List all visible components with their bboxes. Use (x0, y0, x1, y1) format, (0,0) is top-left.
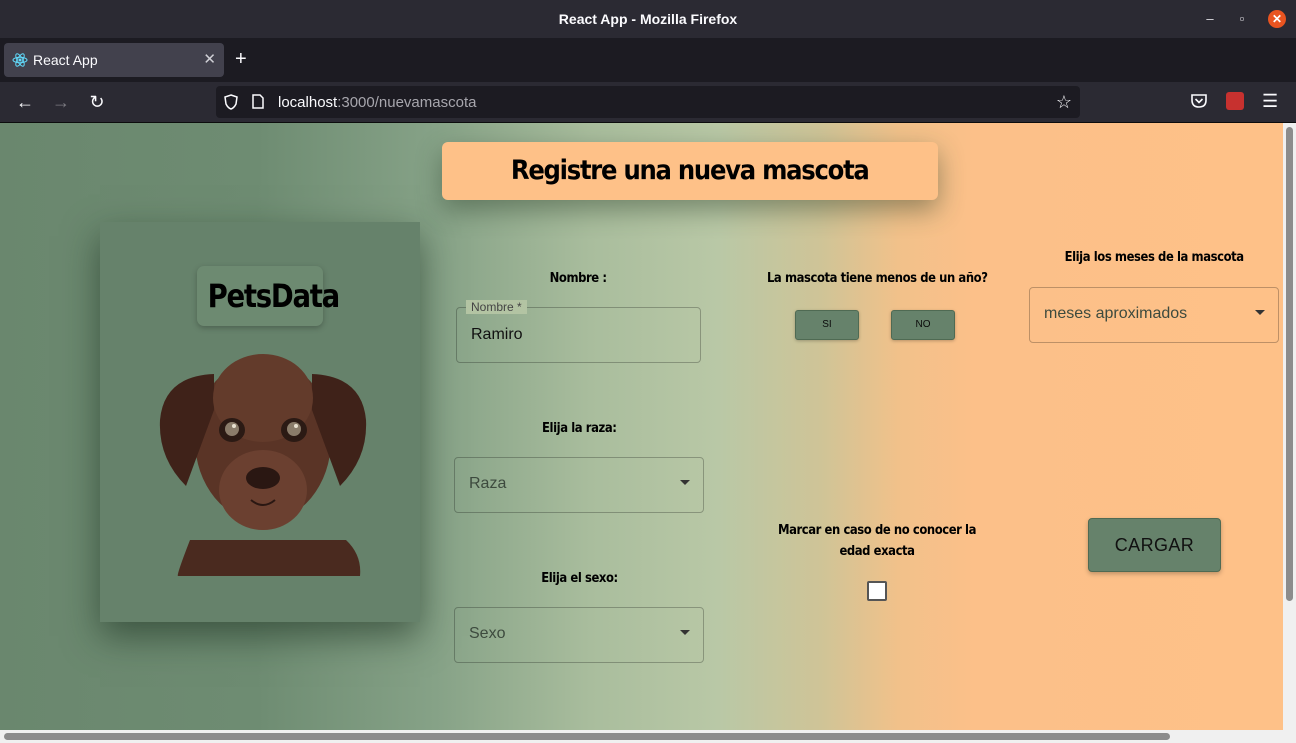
chevron-down-icon (1255, 310, 1265, 315)
bookmark-star-icon[interactable]: ☆ (1056, 92, 1072, 113)
close-window-icon[interactable]: ✕ (1268, 10, 1286, 28)
puppy-image (159, 354, 367, 576)
months-select[interactable]: meses aproximados (1029, 287, 1279, 343)
sex-label: Elija el sexo: (540, 570, 618, 586)
name-field-legend: Nombre * (466, 300, 527, 314)
chevron-down-icon (680, 480, 690, 485)
url-path: :3000/nuevamascota (337, 94, 477, 111)
logo-text: PetsData (207, 277, 340, 315)
name-field[interactable]: Nombre * Ramiro (456, 300, 701, 363)
breed-label: Elija la raza: (541, 420, 617, 436)
hamburger-menu-icon[interactable]: ☰ (1262, 92, 1278, 110)
minimize-icon[interactable]: – (1201, 10, 1219, 28)
breed-select-placeholder: Raza (469, 475, 507, 492)
breed-select[interactable]: Raza (454, 457, 704, 513)
months-label: Elija los meses de la mascota (1064, 249, 1244, 265)
sex-select-placeholder: Sexo (469, 625, 506, 642)
tab-react-app[interactable]: React App ✕ (4, 43, 224, 77)
name-label: Nombre : (550, 270, 607, 286)
sex-select[interactable]: Sexo (454, 607, 704, 663)
back-arrow-icon[interactable]: ← (14, 91, 36, 113)
tab-bar: React App ✕ + (0, 38, 1296, 82)
tab-label: React App (33, 52, 98, 68)
new-tab-icon[interactable]: + (235, 48, 247, 70)
maximize-icon[interactable]: ▫ (1233, 10, 1251, 28)
chevron-down-icon (680, 630, 690, 635)
url-text[interactable]: localhost:3000/nuevamascota (278, 94, 476, 111)
url-host: localhost (278, 94, 338, 111)
navigation-bar: ← → ↻ localhost:3000/nuevamascota ☆ ☰ (0, 82, 1296, 123)
extension-icon[interactable] (1226, 92, 1244, 110)
close-tab-icon[interactable]: ✕ (203, 50, 216, 68)
vertical-scrollbar-thumb[interactable] (1286, 127, 1293, 601)
unknown-age-checkbox[interactable] (867, 581, 887, 601)
pocket-icon[interactable] (1190, 92, 1208, 110)
under-year-label: La mascota tiene menos de un año? (766, 270, 988, 286)
logo: PetsData (197, 266, 340, 326)
vertical-scrollbar[interactable] (1283, 123, 1296, 730)
page-icon (252, 94, 264, 109)
reload-icon[interactable]: ↻ (86, 91, 108, 113)
unknown-age-label: Marcar en caso de no conocer la edad exa… (777, 522, 977, 559)
yes-button[interactable]: SI (795, 310, 859, 340)
page-title-banner: Registre una nueva mascota (442, 142, 938, 200)
react-logo-icon (12, 53, 28, 67)
url-bar[interactable]: localhost:3000/nuevamascota ☆ (216, 86, 1080, 118)
name-field-value[interactable]: Ramiro (471, 326, 523, 344)
window-titlebar: React App - Mozilla Firefox – ▫ ✕ (0, 0, 1296, 38)
page-viewport: Registre una nueva mascota PetsData Nomb… (0, 123, 1283, 730)
shield-icon (224, 94, 238, 110)
horizontal-scrollbar-thumb[interactable] (4, 733, 1170, 740)
horizontal-scrollbar[interactable] (0, 730, 1296, 743)
months-select-placeholder: meses aproximados (1044, 305, 1188, 322)
forward-arrow-icon[interactable]: → (50, 91, 72, 113)
page-title: Registre una nueva mascota (511, 155, 870, 186)
brand-card: PetsData (100, 222, 420, 622)
window-title: React App - Mozilla Firefox (558, 11, 738, 27)
no-button[interactable]: NO (891, 310, 955, 340)
submit-button[interactable]: CARGAR (1088, 518, 1221, 572)
